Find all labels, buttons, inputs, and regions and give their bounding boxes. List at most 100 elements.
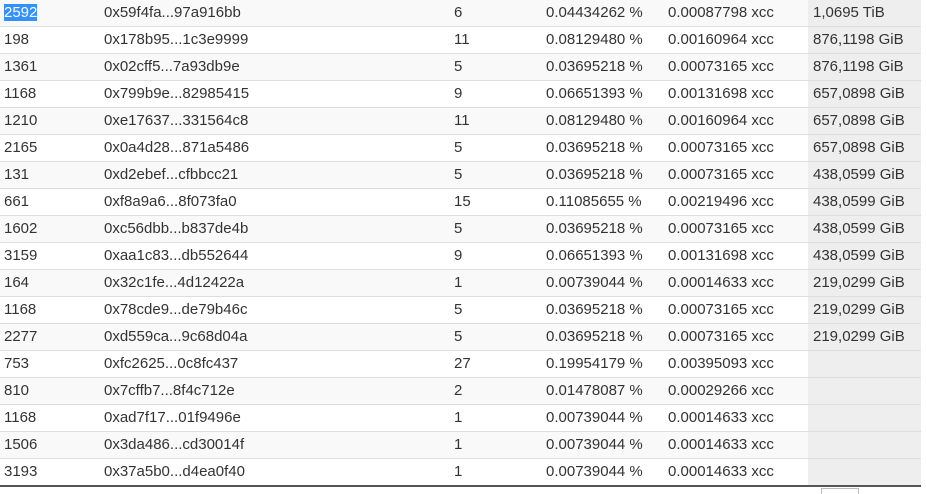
xcc-amount-cell: 0.00014633 xcc — [668, 409, 774, 426]
count-cell: 6 — [454, 4, 463, 21]
row-id-cell: 1168 — [4, 409, 37, 426]
percent-cell: 0.04434262 % — [546, 4, 643, 21]
size-cell — [808, 378, 921, 404]
count-cell: 1 — [454, 436, 463, 453]
percent-cell: 0.11085655 % — [546, 193, 642, 210]
row-id-cell: 2277 — [4, 328, 38, 345]
address-cell: 0xfc2625...0c8fc437 — [104, 355, 239, 372]
table-row: 1210 0xe17637...331564c8 11 0.08129480 % 0.0… — [0, 108, 921, 135]
count-cell: 1 — [454, 409, 463, 426]
percent-cell: 0.03695218 % — [546, 166, 643, 183]
xcc-amount-cell: 0.00160964 xcc — [668, 31, 774, 48]
table-bottom-border — [0, 485, 921, 487]
size-cell: 219,0299 GiB — [808, 297, 921, 323]
address-cell: 0x799b9e...82985415 — [104, 85, 250, 102]
size-cell: 438,0599 GiB — [808, 162, 921, 188]
count-cell: 5 — [454, 58, 463, 75]
table-row: 661 0xf8a9a6...8f073fa0 15 0.11085655 % 0.00… — [0, 189, 921, 216]
size-cell — [808, 459, 921, 485]
size-cell: 876,1198 GiB — [808, 27, 921, 53]
table-row: 1168 0xad7f17...01f9496e 1 0.00739044 % 0.00… — [0, 405, 921, 432]
percent-cell: 0.03695218 % — [546, 301, 643, 318]
address-cell: 0xe17637...331564c8 — [104, 112, 249, 129]
count-cell: 2 — [454, 382, 463, 399]
xcc-amount-cell: 0.00014633 xcc — [668, 463, 774, 480]
row-id-cell: 3193 — [4, 463, 38, 480]
address-cell: 0x7cffb7...8f4c712e — [104, 382, 235, 399]
table-row: 1168 0x78cde9...de79b46c 5 0.03695218 % 0.00… — [0, 297, 921, 324]
table-row: 1602 0xc56dbb...b837de4b 5 0.03695218 % 0.00… — [0, 216, 921, 243]
count-cell: 1 — [454, 274, 463, 291]
address-cell: 0x59f4fa...97a916bb — [104, 4, 241, 21]
count-cell: 27 — [454, 355, 471, 372]
percent-cell: 0.06651393 % — [546, 85, 643, 102]
row-id-cell: 1168 — [4, 301, 37, 318]
address-cell: 0x0a4d28...871a5486 — [104, 139, 250, 156]
count-cell: 5 — [454, 220, 463, 237]
count-cell: 5 — [454, 328, 463, 345]
size-cell — [808, 405, 921, 431]
row-id-cell: 131 — [4, 166, 30, 183]
xcc-amount-cell: 0.00073165 xcc — [668, 220, 774, 237]
count-cell: 15 — [454, 193, 471, 210]
xcc-amount-cell: 0.00131698 xcc — [668, 85, 774, 102]
size-cell: 219,0299 GiB — [808, 270, 921, 296]
percent-cell: 0.03695218 % — [546, 328, 643, 345]
row-id-cell: 2165 — [4, 139, 38, 156]
address-cell: 0x78cde9...de79b46c — [104, 301, 248, 318]
table-row: 131 0xd2ebef...cfbbcc21 5 0.03695218 % 0.000… — [0, 162, 921, 189]
address-cell: 0xc56dbb...b837de4b — [104, 220, 249, 237]
xcc-amount-cell: 0.00073165 xcc — [668, 166, 774, 183]
xcc-amount-cell: 0.00029266 xcc — [668, 382, 774, 399]
percent-cell: 0.03695218 % — [546, 139, 643, 156]
size-cell: 657,0898 GiB — [808, 81, 921, 107]
address-cell: 0x32c1fe...4d12422a — [104, 274, 245, 291]
xcc-amount-cell: 0.00131698 xcc — [668, 247, 774, 264]
row-id-cell: 1210 — [4, 112, 38, 129]
table-row: 753 0xfc2625...0c8fc437 27 0.19954179 % 0.00… — [0, 351, 921, 378]
xcc-amount-cell: 0.00014633 xcc — [668, 436, 774, 453]
count-cell: 1 — [454, 463, 463, 480]
xcc-amount-cell: 0.00160964 xcc — [668, 112, 774, 129]
address-cell: 0xd559ca...9c68d04a — [104, 328, 248, 345]
address-cell: 0xaa1c83...db552644 — [104, 247, 249, 264]
table-row: 1506 0x3da486...cd30014f 1 0.00739044 % 0.00… — [0, 432, 921, 459]
address-cell: 0xd2ebef...cfbbcc21 — [104, 166, 239, 183]
size-cell: 657,0898 GiB — [808, 135, 921, 161]
address-cell: 0x3da486...cd30014f — [104, 436, 245, 453]
address-cell: 0x37a5b0...d4ea0f40 — [104, 463, 245, 480]
size-cell: 876,1198 GiB — [808, 54, 921, 80]
table-row: 164 0x32c1fe...4d12422a 1 0.00739044 % 0.000… — [0, 270, 921, 297]
row-id-cell: 1361 — [4, 58, 38, 75]
table-row: 2592 0x59f4fa...97a916bb 6 0.04434262 % 0.00… — [0, 0, 921, 27]
size-cell: 1,0695 TiB — [808, 0, 921, 26]
pagination-control[interactable] — [821, 488, 859, 494]
address-cell: 0xf8a9a6...8f073fa0 — [104, 193, 237, 210]
row-id-cell: 164 — [4, 274, 30, 291]
xcc-amount-cell: 0.00395093 xcc — [668, 355, 774, 372]
xcc-amount-cell: 0.00073165 xcc — [668, 301, 774, 318]
size-cell: 219,0299 GiB — [808, 324, 921, 350]
row-id-cell: 2592 — [4, 0, 38, 26]
size-cell: 438,0599 GiB — [808, 216, 921, 242]
selected-text: 2592 — [4, 4, 38, 21]
percent-cell: 0.03695218 % — [546, 220, 643, 237]
count-cell: 11 — [454, 112, 470, 129]
data-table: 2592 0x59f4fa...97a916bb 6 0.04434262 % 0.00… — [0, 0, 921, 486]
size-cell: 657,0898 GiB — [808, 108, 921, 134]
size-cell: 438,0599 GiB — [808, 189, 921, 215]
percent-cell: 0.00739044 % — [546, 274, 643, 291]
address-cell: 0x02cff5...7a93db9e — [104, 58, 240, 75]
count-cell: 5 — [454, 139, 463, 156]
address-cell: 0xad7f17...01f9496e — [104, 409, 241, 426]
table-row: 2277 0xd559ca...9c68d04a 5 0.03695218 % 0.00… — [0, 324, 921, 351]
count-cell: 11 — [454, 31, 470, 48]
percent-cell: 0.08129480 % — [546, 31, 643, 48]
size-cell: 438,0599 GiB — [808, 243, 921, 269]
count-cell: 9 — [454, 85, 463, 102]
table-row: 810 0x7cffb7...8f4c712e 2 0.01478087 % 0.000… — [0, 378, 921, 405]
count-cell: 9 — [454, 247, 463, 264]
row-id-cell: 753 — [4, 355, 30, 372]
xcc-amount-cell: 0.00073165 xcc — [668, 328, 774, 345]
xcc-amount-cell: 0.00219496 xcc — [668, 193, 774, 210]
